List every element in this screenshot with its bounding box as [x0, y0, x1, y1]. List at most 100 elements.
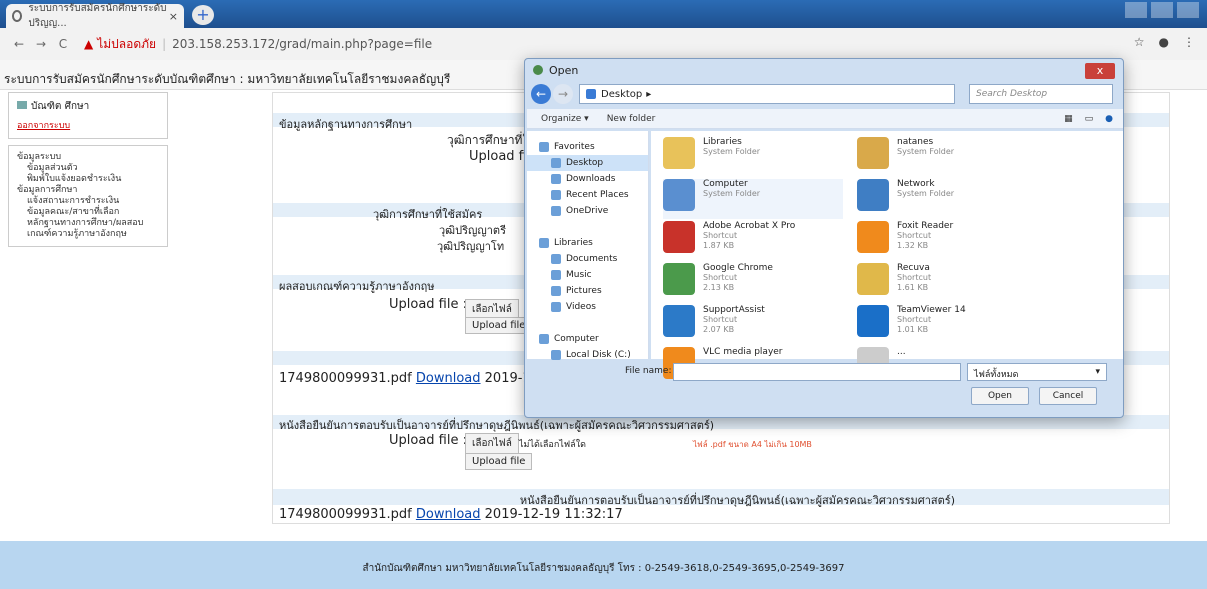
sidebar-menu-item[interactable]: เกณฑ์ความรู้ภาษาอังกฤษ — [17, 229, 159, 240]
back-icon[interactable]: ← — [10, 37, 28, 51]
file-detail: Shortcut — [897, 231, 932, 240]
sidebar: บัณฑิต ศึกษา ออกจากระบบ ข้อมูลระบบ ข้อมูล… — [8, 92, 168, 253]
file-name: Recuva — [897, 263, 930, 273]
file-item[interactable]: Network System Folder — [857, 179, 1037, 219]
nav-item[interactable]: Desktop — [527, 155, 648, 171]
nav-item-label: Music — [566, 270, 592, 280]
cancel-button[interactable]: Cancel — [1039, 387, 1097, 405]
file-item[interactable]: TeamViewer 14 Shortcut 1.01 KB — [857, 305, 1037, 345]
file-detail: 1.87 KB — [703, 241, 735, 250]
new-tab-button[interactable]: + — [192, 5, 214, 25]
master-label: วุฒิปริญญาโท — [437, 240, 505, 253]
file-item[interactable]: SupportAssist Shortcut 2.07 KB — [663, 305, 843, 345]
file-detail: System Folder — [897, 189, 955, 198]
menu-dots-icon[interactable]: ⋮ — [1183, 35, 1195, 49]
file-item[interactable]: Google Chrome Shortcut 2.13 KB — [663, 263, 843, 303]
dialog-titlebar: Open x — [525, 59, 1123, 81]
sidebar-menu-item[interactable]: พิมพ์ใบแจ้งยอดชำระเงิน — [17, 174, 159, 185]
open-file-dialog: Open x ← → Desktop ▸ Search Desktop Orga… — [524, 58, 1124, 418]
reload-icon[interactable]: C — [54, 37, 72, 51]
file-item[interactable]: natanes System Folder — [857, 137, 1037, 177]
file-detail: 2.07 KB — [703, 325, 735, 334]
uploaded-file-row: 1749800099931.pdf Download 2019-12-19 11… — [279, 507, 623, 522]
star-icon[interactable]: ☆ — [1134, 35, 1145, 49]
section-title-evidence: ข้อมูลหลักฐานทางการศึกษา — [279, 118, 413, 131]
profile-icon[interactable]: ● — [1159, 35, 1169, 49]
nav-item[interactable]: Music — [527, 267, 648, 283]
sidebar-menu-item[interactable]: แจ้งสถานะการชำระเงิน — [17, 196, 159, 207]
forward-icon[interactable]: → — [32, 37, 50, 51]
nav-item[interactable]: OneDrive — [527, 203, 648, 219]
logout-link[interactable]: ออกจากระบบ — [17, 118, 159, 132]
tab-close-icon[interactable]: × — [169, 10, 178, 23]
file-item[interactable]: Computer System Folder — [663, 179, 843, 219]
file-name-input[interactable] — [673, 363, 961, 381]
user-icon — [17, 101, 27, 109]
nav-item[interactable]: Local Disk (C:) — [527, 347, 648, 363]
maximize-button[interactable] — [1151, 2, 1173, 18]
file-item[interactable]: Foxit Reader Shortcut 1.32 KB — [857, 221, 1037, 261]
sidebar-menu-item[interactable]: ข้อมูลคณะ/สาขาที่เลือก — [17, 207, 159, 218]
upload-file-button[interactable]: Upload file — [465, 317, 525, 334]
nav-item-label: Desktop — [566, 158, 604, 168]
nav-item-label: Downloads — [566, 174, 616, 184]
file-name: Adobe Acrobat X Pro — [703, 221, 796, 231]
file-name-label: File name: — [625, 366, 672, 376]
desktop-icon — [586, 89, 596, 99]
file-item[interactable]: Adobe Acrobat X Pro Shortcut 1.87 KB — [663, 221, 843, 261]
nav-item[interactable]: Pictures — [527, 283, 648, 299]
chevron-right-icon: ▸ — [646, 88, 652, 100]
search-input[interactable]: Search Desktop — [969, 84, 1113, 104]
sidebar-menu: ข้อมูลระบบ ข้อมูลส่วนตัว พิมพ์ใบแจ้งยอดชำร… — [8, 145, 168, 247]
forward-icon[interactable]: → — [553, 84, 573, 104]
back-icon[interactable]: ← — [531, 84, 551, 104]
file-date: 2019-12-19 11:32:17 — [484, 507, 623, 522]
file-name: TeamViewer 14 — [897, 305, 966, 315]
warning-icon: ▲ — [84, 37, 94, 51]
tab-title: ระบบการรับสมัครนักศึกษาระดับปริญญ... — [28, 3, 167, 29]
url-field[interactable]: ▲ ไม่ปลอดภัย | 203.158.253.172/grad/main… — [84, 35, 432, 54]
nav-item-label: Local Disk (C:) — [566, 350, 631, 360]
file-detail: Shortcut — [703, 231, 738, 240]
download-link[interactable]: Download — [416, 371, 481, 386]
help-icon[interactable]: ● — [1105, 114, 1113, 124]
user-box: บัณฑิต ศึกษา ออกจากระบบ — [8, 92, 168, 139]
file-detail: Shortcut — [897, 315, 932, 324]
nav-item[interactable]: Favorites — [527, 139, 648, 155]
path-breadcrumb[interactable]: Desktop ▸ — [579, 84, 955, 104]
new-folder-button[interactable]: New folder — [607, 114, 656, 124]
security-label: ไม่ปลอดภัย — [97, 36, 157, 51]
download-link[interactable]: Download — [416, 507, 481, 522]
nav-item[interactable]: Recent Places — [527, 187, 648, 203]
preview-pane-icon[interactable]: ▭ — [1085, 114, 1094, 124]
address-bar: ← → C ▲ ไม่ปลอดภัย | 203.158.253.172/gra… — [0, 28, 1207, 60]
file-name: ... — [897, 347, 906, 357]
nav-item[interactable]: Downloads — [527, 171, 648, 187]
browser-tab[interactable]: ระบบการรับสมัครนักศึกษาระดับปริญญ... × — [6, 3, 184, 29]
nav-item[interactable]: Computer — [527, 331, 648, 347]
file-item[interactable]: Libraries System Folder — [663, 137, 843, 177]
organize-button[interactable]: Organize ▾ — [541, 114, 589, 124]
file-detail: Shortcut — [703, 273, 738, 282]
dialog-close-button[interactable]: x — [1085, 63, 1115, 79]
file-item[interactable]: Recuva Shortcut 1.61 KB — [857, 263, 1037, 303]
url-separator: | — [162, 37, 167, 51]
sidebar-menu-item[interactable]: ข้อมูลระบบ — [17, 152, 159, 163]
nav-item[interactable]: Videos — [527, 299, 648, 315]
nav-item-label: OneDrive — [566, 206, 609, 216]
close-window-button[interactable] — [1177, 2, 1199, 18]
view-icon[interactable]: ▦ — [1064, 114, 1073, 124]
upload-file-button[interactable]: Upload file — [465, 453, 533, 470]
open-button[interactable]: Open — [971, 387, 1029, 405]
file-icon — [663, 263, 695, 295]
sidebar-menu-item[interactable]: หลักฐานทางการศึกษา/ผลสอบ — [17, 218, 159, 229]
sidebar-menu-item[interactable]: ข้อมูลส่วนตัว — [17, 163, 159, 174]
nav-item[interactable]: Documents — [527, 251, 648, 267]
minimize-button[interactable] — [1125, 2, 1147, 18]
choose-file-button[interactable]: เลือกไฟล์ — [465, 433, 519, 454]
file-type-select[interactable]: ไฟล์ทั้งหมด ▾ — [967, 363, 1107, 381]
folder-icon — [551, 190, 561, 200]
sidebar-menu-item[interactable]: ข้อมูลการศึกษา — [17, 185, 159, 196]
nav-item[interactable]: Libraries — [527, 235, 648, 251]
file-detail: 1.61 KB — [897, 283, 929, 292]
